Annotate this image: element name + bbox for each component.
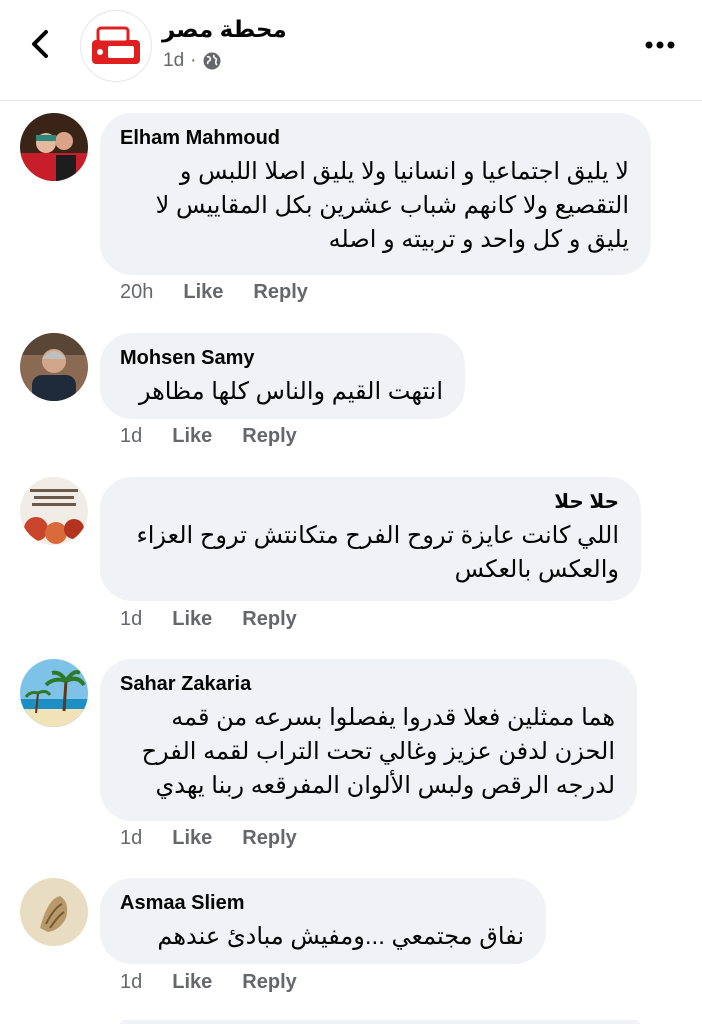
- like-button[interactable]: Like: [172, 827, 212, 850]
- comment-time[interactable]: 1d: [120, 827, 142, 850]
- next-comment-peek: [120, 1020, 640, 1024]
- comment-author[interactable]: حلا حلا: [120, 489, 619, 515]
- comment-actions: 20h Like Reply: [120, 281, 308, 304]
- reply-button[interactable]: Reply: [242, 971, 296, 994]
- user-photo: [20, 878, 88, 946]
- avatar[interactable]: [20, 333, 88, 401]
- post-meta: 1d ·: [163, 50, 222, 72]
- comment-text: نفاق مجتمعي ...ومفيش مبادئ عندهم: [157, 923, 524, 950]
- avatar[interactable]: [20, 659, 88, 727]
- avatar[interactable]: [20, 878, 88, 946]
- meta-separator: ·: [190, 50, 197, 71]
- user-photo: [20, 113, 88, 181]
- like-button[interactable]: Like: [183, 281, 223, 304]
- comment-bubble[interactable]: حلا حلا اللي كانت عايزة تروح الفرح متكان…: [100, 477, 641, 601]
- like-button[interactable]: Like: [172, 608, 212, 631]
- like-button[interactable]: Like: [172, 971, 212, 994]
- comment-bubble[interactable]: Sahar Zakaria هما ممثلين فعلا قدروا يفصل…: [100, 659, 637, 821]
- back-button[interactable]: [24, 28, 56, 60]
- page-name[interactable]: محطة مصر: [162, 16, 287, 43]
- comment-actions: 1d Like Reply: [120, 971, 297, 994]
- comment-time[interactable]: 1d: [120, 425, 142, 448]
- user-photo: [20, 659, 88, 727]
- comment-author[interactable]: Mohsen Samy: [120, 345, 443, 371]
- like-button[interactable]: Like: [172, 425, 212, 448]
- comment-bubble[interactable]: Elham Mahmoud لا يليق اجتماعيا و انسانيا…: [100, 113, 651, 275]
- comment-text: لا يليق اجتماعيا و انسانيا ولا يليق اصلا…: [155, 158, 629, 253]
- comment-actions: 1d Like Reply: [120, 425, 297, 448]
- globe-icon: [203, 52, 221, 70]
- comment-time[interactable]: 1d: [120, 971, 142, 994]
- comment-author[interactable]: Asmaa Sliem: [120, 890, 524, 916]
- reply-button[interactable]: Reply: [242, 827, 296, 850]
- comment-time[interactable]: 20h: [120, 281, 153, 304]
- avatar[interactable]: [20, 477, 88, 545]
- avatar[interactable]: [20, 113, 88, 181]
- chevron-left-icon: [32, 30, 48, 58]
- more-options-button[interactable]: [640, 30, 680, 60]
- page-logo-icon: [92, 26, 140, 64]
- comment-author[interactable]: Sahar Zakaria: [120, 671, 615, 697]
- more-dots-icon: [645, 41, 675, 49]
- comment-text: اللي كانت عايزة تروح الفرح متكانتش تروح …: [136, 522, 619, 583]
- comment-time[interactable]: 1d: [120, 608, 142, 631]
- post-header: محطة مصر 1d ·: [0, 0, 702, 101]
- reply-button[interactable]: Reply: [242, 608, 296, 631]
- user-photo: [20, 477, 88, 545]
- comment-bubble[interactable]: Asmaa Sliem نفاق مجتمعي ...ومفيش مبادئ ع…: [100, 878, 546, 964]
- comment-actions: 1d Like Reply: [120, 608, 297, 631]
- comment-actions: 1d Like Reply: [120, 827, 297, 850]
- reply-button[interactable]: Reply: [253, 281, 307, 304]
- comment-bubble[interactable]: Mohsen Samy انتهت القيم والناس كلها مظاه…: [100, 333, 465, 419]
- comment-author[interactable]: Elham Mahmoud: [120, 125, 629, 151]
- page-avatar[interactable]: [80, 10, 152, 82]
- reply-button[interactable]: Reply: [242, 425, 296, 448]
- comment-text: انتهت القيم والناس كلها مظاهر: [138, 378, 443, 405]
- comment-text: هما ممثلين فعلا قدروا يفصلوا بسرعه من قم…: [141, 704, 615, 799]
- post-time[interactable]: 1d: [163, 50, 184, 72]
- user-photo: [20, 333, 88, 401]
